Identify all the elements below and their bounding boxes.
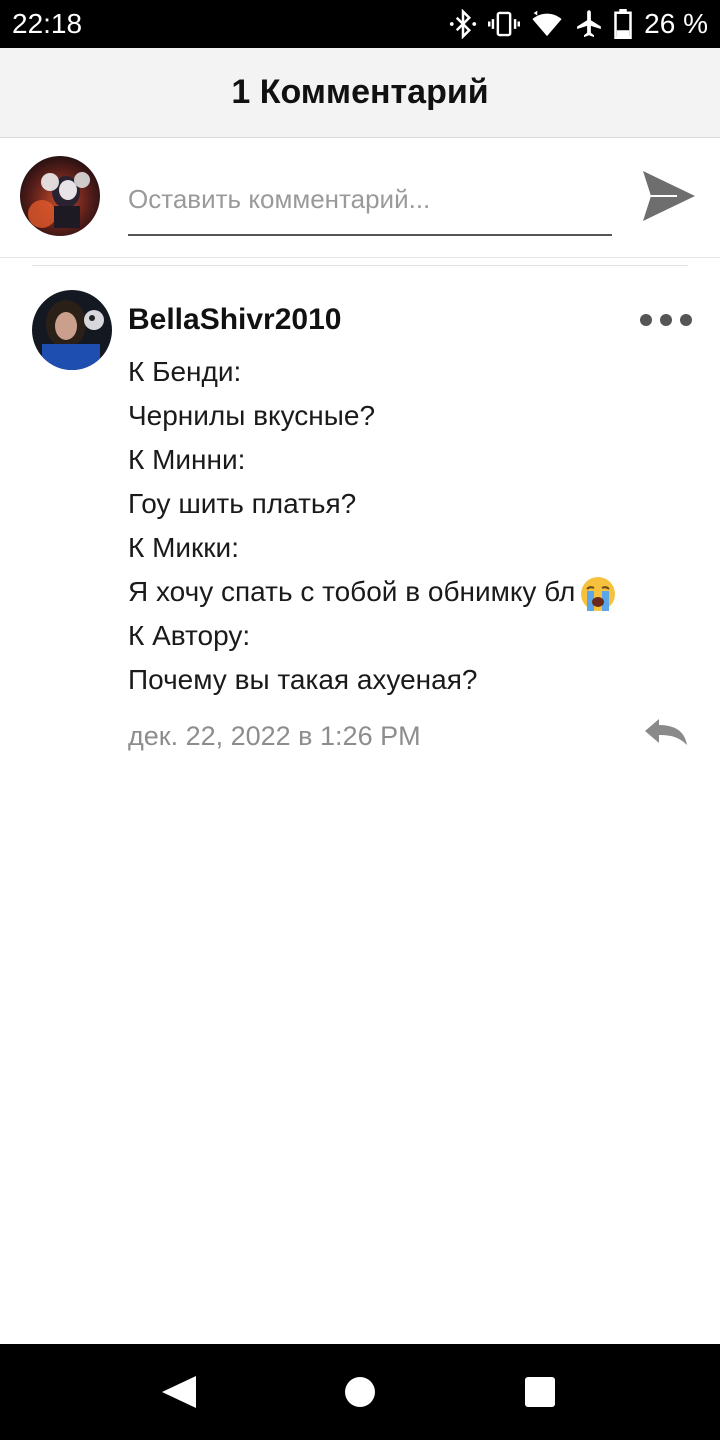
comment-line: К Автору: [128,620,251,651]
home-button[interactable] [345,1377,375,1407]
comment-line: Почему вы такая ахуеная? [128,664,478,695]
comment-line: К Микки: [128,532,239,563]
battery-icon [614,9,632,39]
reply-icon [645,719,687,745]
back-icon[interactable] [160,1374,200,1410]
more-icon-dot [660,314,672,326]
bluetooth-icon [450,9,477,39]
comment-line: К Бенди: [128,356,242,387]
comment-line: К Минни: [128,444,246,475]
comment-line: Чернилы вкусные? [128,400,376,431]
header: 1 Комментарий [0,48,720,138]
more-icon-dot [680,314,692,326]
battery-percent: 26 % [644,8,708,39]
wifi-icon [532,10,562,37]
vibrate-icon [488,11,521,37]
current-user-avatar[interactable] [20,156,100,236]
status-icons: 26 % [448,6,708,42]
status-time: 22:18 [12,8,83,39]
comment-timestamp: дек. 22, 2022 в 1:26 PM [128,721,421,751]
more-icon-dot [640,314,652,326]
recent-apps-button[interactable] [525,1377,555,1407]
reply-button[interactable] [640,712,692,752]
send-icon [643,171,695,221]
comment-composer [0,138,720,258]
comment-author-avatar[interactable] [32,290,112,370]
comment-body: К Бенди: Чернилы вкусные? К Минни: Гоу ш… [128,350,688,702]
page-title: 1 Комментарий [231,73,489,111]
comment-line-with-emoji: Я хочу спать с тобой в обнимку бл [128,570,688,614]
system-nav-bar [0,1344,720,1440]
airplane-icon [577,10,602,38]
status-bar: 22:18 26 % [0,0,720,48]
comment-line: Гоу шить платья? [128,488,357,519]
send-button[interactable] [640,168,698,224]
divider [32,265,688,266]
comment-input[interactable] [128,174,612,236]
comment-line-text: Я хочу спать с тобой в обнимку бл [128,576,576,607]
loudly-crying-face-icon [581,576,616,611]
more-options-button[interactable] [640,308,692,332]
comment-author[interactable]: BellaShivr2010 [128,300,341,340]
